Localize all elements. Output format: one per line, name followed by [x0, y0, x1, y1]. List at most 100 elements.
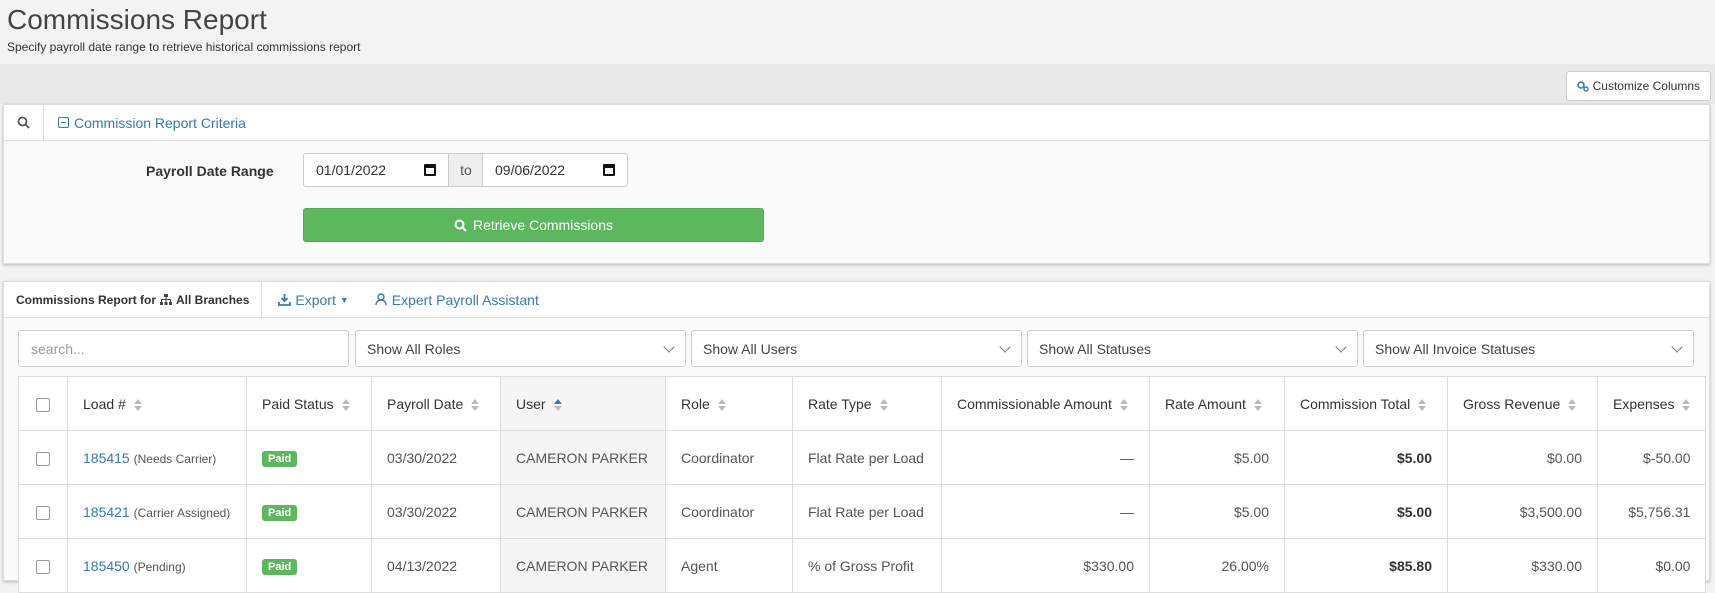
commissionable-amount-cell: — [941, 430, 1150, 485]
retrieve-label: Retrieve Commissions [472, 217, 614, 233]
report-panel: Commissions Report for All Branches Expo… [3, 281, 1710, 593]
sort-icon [1418, 398, 1427, 411]
expenses-cell: $5,756.31 [1596, 484, 1707, 539]
to-date-input[interactable]: 09/06/2022 [482, 153, 628, 187]
payroll-date-range-label: Payroll Date Range [146, 163, 274, 179]
export-label: Export [295, 291, 336, 308]
column-header-payroll-date[interactable]: Payroll Date [371, 376, 501, 431]
sort-icon [1119, 398, 1128, 411]
users-filter[interactable]: Show All Users [691, 330, 1022, 367]
table-row: 185415 (Needs Carrier) Paid 03/30/2022 C… [18, 430, 1707, 485]
select-all-checkbox[interactable] [36, 397, 50, 412]
sort-asc-icon [553, 398, 562, 411]
page-header: Commissions Report Specify payroll date … [0, 0, 1715, 64]
roles-filter[interactable]: Show All Roles [355, 330, 686, 367]
gross-revenue-cell: $0.00 [1447, 430, 1598, 485]
row-checkbox[interactable] [36, 451, 50, 466]
gears-icon [1576, 81, 1589, 92]
calendar-icon[interactable] [603, 164, 615, 176]
chevron-down-icon [1335, 341, 1347, 353]
column-header-commissionable-amount[interactable]: Commissionable Amount [941, 376, 1150, 431]
role-cell: Coordinator [665, 484, 793, 539]
statuses-filter[interactable]: Show All Statuses [1027, 330, 1358, 367]
user-icon [375, 293, 387, 306]
chevron-down-icon [999, 341, 1011, 353]
column-label: User [516, 395, 546, 412]
load-status: (Needs Carrier) [133, 451, 217, 466]
chevron-down-icon [1671, 341, 1683, 353]
load-link[interactable]: 185415 [83, 450, 130, 466]
customize-columns-button[interactable]: Customize Columns [1565, 71, 1711, 101]
table-row: 185450 (Pending) Paid 04/13/2022 CAMERON… [18, 538, 1707, 593]
select-all-cell [18, 376, 68, 431]
commissions-table: Load # Paid Status Payroll Date User Rol… [18, 376, 1707, 593]
search-tab[interactable] [4, 104, 44, 141]
paid-status-cell: Paid [246, 430, 372, 485]
rate-amount-cell: 26.00% [1149, 538, 1285, 593]
commission-total-cell: $5.00 [1284, 484, 1448, 539]
rate-amount-cell: $5.00 [1149, 430, 1285, 485]
column-label: Payroll Date [387, 395, 464, 412]
commission-total-cell: $85.80 [1284, 538, 1448, 593]
column-header-role[interactable]: Role [665, 376, 793, 431]
payroll-date-cell: 03/30/2022 [371, 430, 501, 485]
load-link[interactable]: 185450 [83, 558, 130, 574]
calendar-icon[interactable] [424, 164, 436, 176]
report-title: Commissions Report for All Branches [4, 281, 263, 318]
column-header-rate-amount[interactable]: Rate Amount [1149, 376, 1285, 431]
sort-icon [471, 398, 480, 411]
to-date-value: 09/06/2022 [495, 162, 566, 178]
chevron-down-icon [663, 341, 675, 353]
gross-revenue-cell: $330.00 [1447, 538, 1598, 593]
load-cell: 185415 (Needs Carrier) [67, 430, 247, 485]
caret-down-icon: ▼ [339, 294, 349, 305]
expert-payroll-assistant-link[interactable]: Expert Payroll Assistant [375, 292, 539, 308]
gross-revenue-cell: $3,500.00 [1447, 484, 1598, 539]
column-header-user[interactable]: User [500, 376, 666, 431]
column-header-gross-revenue[interactable]: Gross Revenue [1447, 376, 1598, 431]
user-cell: CAMERON PARKER [500, 538, 666, 593]
column-label: Paid Status [262, 395, 334, 412]
sort-icon [879, 398, 888, 411]
export-dropdown[interactable]: Export ▼ [278, 291, 349, 308]
commission-total-cell: $5.00 [1284, 430, 1448, 485]
rate-type-cell: % of Gross Profit [792, 538, 942, 593]
paid-badge: Paid [262, 450, 298, 467]
invoice-statuses-filter[interactable]: Show All Invoice Statuses [1363, 330, 1694, 367]
sort-icon [341, 398, 350, 411]
report-title-prefix: Commissions Report for [16, 292, 157, 307]
page-title: Commissions Report [7, 4, 267, 35]
row-checkbox[interactable] [36, 505, 50, 520]
invoice-statuses-filter-value: Show All Invoice Statuses [1375, 340, 1536, 357]
row-select-cell [18, 430, 68, 485]
rate-amount-cell: $5.00 [1149, 484, 1285, 539]
criteria-toggle[interactable]: Commission Report Criteria [58, 115, 246, 131]
download-icon [278, 294, 292, 306]
sort-icon [1568, 398, 1577, 411]
column-label: Rate Type [808, 395, 872, 412]
expenses-cell: $0.00 [1596, 538, 1707, 593]
column-label: Rate Amount [1165, 395, 1246, 412]
criteria-label: Commission Report Criteria [74, 114, 246, 131]
column-header-expenses[interactable]: Expenses [1596, 376, 1707, 431]
load-link[interactable]: 185421 [83, 504, 130, 520]
column-header-paid-status[interactable]: Paid Status [246, 376, 372, 431]
collapse-icon [58, 117, 69, 128]
column-label: Gross Revenue [1463, 395, 1561, 412]
from-date-value: 01/01/2022 [316, 162, 387, 178]
role-cell: Agent [665, 538, 793, 593]
column-header-rate-type[interactable]: Rate Type [792, 376, 942, 431]
sort-icon [133, 398, 142, 411]
sitemap-icon [160, 294, 173, 305]
from-date-input[interactable]: 01/01/2022 [303, 153, 449, 187]
column-label: Commissionable Amount [957, 395, 1112, 412]
customize-columns-label: Customize Columns [1592, 79, 1700, 93]
search-input[interactable]: search... [18, 330, 349, 367]
column-header-commission-total[interactable]: Commission Total [1284, 376, 1448, 431]
column-label: Load # [83, 395, 126, 412]
retrieve-commissions-button[interactable]: Retrieve Commissions [303, 208, 764, 242]
to-label: to [449, 153, 483, 187]
column-label: Expenses [1613, 395, 1675, 412]
column-header-load[interactable]: Load # [67, 376, 247, 431]
roles-filter-value: Show All Roles [367, 340, 461, 357]
